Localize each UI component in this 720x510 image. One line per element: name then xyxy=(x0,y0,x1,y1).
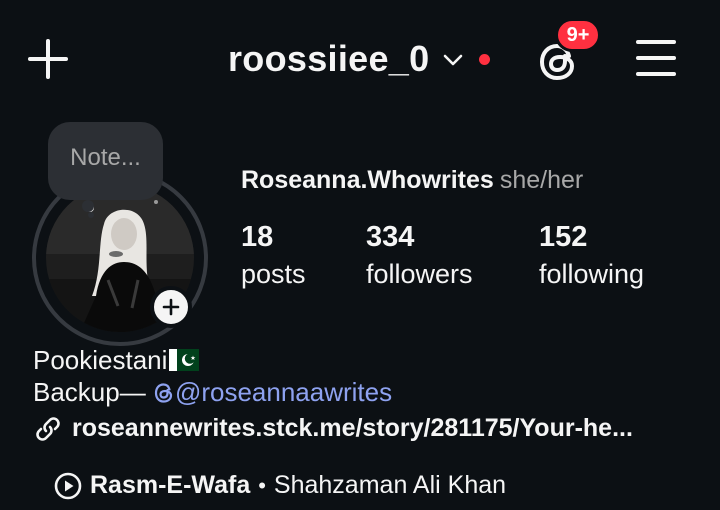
stat-followers[interactable]: 334 followers xyxy=(366,220,473,294)
menu-line xyxy=(636,72,676,76)
menu-line xyxy=(636,56,676,60)
unread-dot xyxy=(479,53,491,65)
create-button[interactable] xyxy=(26,38,70,82)
bio-link[interactable]: roseannewrites.stck.me/story/281175/Your… xyxy=(34,414,633,443)
bio-link-text: roseannewrites.stck.me/story/281175/Your… xyxy=(72,414,633,442)
note-tail xyxy=(82,200,94,212)
artist-name: Shahzaman Ali Khan xyxy=(273,471,507,499)
pakistan-flag-icon xyxy=(169,349,200,371)
posts-count: 18 xyxy=(241,221,274,253)
note-bubble[interactable]: Note... xyxy=(48,122,163,200)
profile-music[interactable]: Rasm-E-Wafa • Shahzaman Ali Khan xyxy=(54,471,506,500)
followers-label: followers xyxy=(366,259,473,289)
following-count: 152 xyxy=(539,221,588,253)
bio-line-2: Backup— @roseannaawrites xyxy=(33,376,392,408)
chevron-down-icon xyxy=(444,54,463,66)
pronouns: she/her xyxy=(499,166,584,194)
plus-icon xyxy=(162,298,180,316)
hamburger-menu-button[interactable] xyxy=(634,38,678,78)
posts-label: posts xyxy=(241,259,306,289)
followers-count: 334 xyxy=(366,221,415,253)
account-switcher[interactable]: roossiiee_0 xyxy=(228,36,491,82)
notification-badge: 9+ xyxy=(555,18,601,52)
link-icon xyxy=(36,416,60,441)
bio-backup-prefix: Backup— xyxy=(33,377,153,407)
music-separator: • xyxy=(258,472,266,498)
bio-text: Pookiestani xyxy=(33,345,168,375)
note-placeholder: Note... xyxy=(70,144,141,171)
stat-posts[interactable]: 18 posts xyxy=(241,220,306,294)
display-name: Roseanna.Whowrites xyxy=(241,166,494,194)
bio-line-1: Pookiestani xyxy=(33,344,200,376)
stat-following[interactable]: 152 following xyxy=(539,220,644,294)
following-label: following xyxy=(539,259,645,289)
username-title: roossiiee_0 xyxy=(228,38,430,79)
add-story-button[interactable] xyxy=(150,286,192,328)
note-tail xyxy=(88,212,94,218)
song-title: Rasm-E-Wafa xyxy=(90,471,251,499)
menu-line xyxy=(636,40,676,44)
mention-link[interactable]: @roseannaawrites xyxy=(175,377,392,407)
threads-mention-icon xyxy=(154,383,173,403)
profile-name-line: Roseanna.Whowrites she/her xyxy=(241,166,583,195)
play-icon xyxy=(54,472,82,499)
